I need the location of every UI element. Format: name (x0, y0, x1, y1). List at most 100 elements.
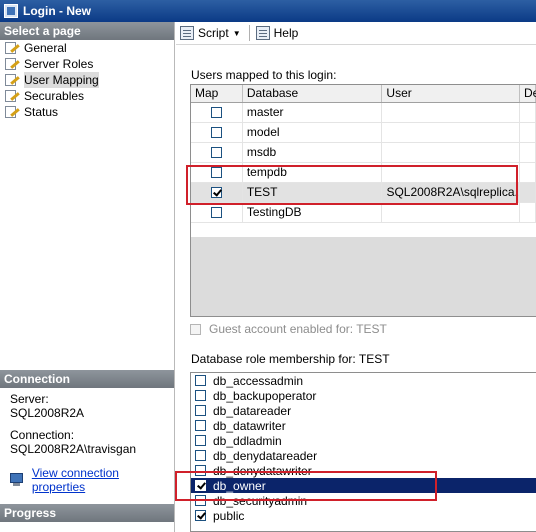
role-membership-list[interactable]: db_accessadmin db_backupoperator db_data… (190, 372, 536, 532)
nav-item-user-mapping[interactable]: User Mapping (0, 72, 174, 88)
default-schema-cell (520, 163, 536, 182)
main-panel: Script ▼ Help Users mapped to this login… (176, 22, 536, 532)
chevron-down-icon[interactable]: ▼ (233, 29, 241, 38)
database-cell: model (243, 123, 383, 142)
table-row-selected[interactable]: TEST SQL2008R2A\sqlreplica... (191, 183, 536, 203)
page-wrench-icon (4, 73, 20, 87)
list-item[interactable]: db_denydatareader (191, 448, 536, 463)
list-item[interactable]: db_backupoperator (191, 388, 536, 403)
role-checkbox[interactable] (195, 375, 206, 386)
role-name: db_datawriter (213, 418, 286, 433)
user-cell (382, 103, 521, 122)
list-item[interactable]: public (191, 508, 536, 523)
role-name: db_ddladmin (213, 433, 282, 448)
role-name: db_owner (213, 478, 266, 493)
script-icon (180, 26, 194, 40)
default-schema-cell (520, 203, 536, 222)
role-name: db_datareader (213, 403, 292, 418)
column-header-user[interactable]: User (382, 85, 520, 102)
users-mapped-label: Users mapped to this login: (191, 68, 337, 82)
list-item[interactable]: db_denydatawriter (191, 463, 536, 478)
role-checkbox[interactable] (195, 390, 206, 401)
nav-item-label: Server Roles (24, 57, 94, 71)
nav-item-label: User Mapping (24, 72, 99, 88)
grid-header: Map Database User De (191, 85, 536, 103)
table-row[interactable]: msdb (191, 143, 536, 163)
role-membership-label: Database role membership for: TEST (191, 352, 390, 366)
toolbar: Script ▼ Help (176, 22, 536, 45)
default-schema-cell (520, 103, 536, 122)
nav-item-server-roles[interactable]: Server Roles (0, 56, 174, 72)
default-schema-cell (520, 183, 536, 202)
user-cell (382, 203, 521, 222)
connection-info: Server: SQL2008R2A Connection: SQL2008R2… (0, 388, 174, 456)
database-cell: TEST (243, 183, 383, 202)
role-checkbox[interactable] (195, 495, 206, 506)
role-checkbox[interactable] (195, 405, 206, 416)
database-cell: master (243, 103, 383, 122)
nav-item-label: General (24, 41, 67, 55)
list-item[interactable]: db_datareader (191, 403, 536, 418)
list-item[interactable]: db_datawriter (191, 418, 536, 433)
role-checkbox[interactable] (195, 435, 206, 446)
column-header-map[interactable]: Map (191, 85, 243, 102)
title-bar: Login - New (0, 0, 536, 22)
role-checkbox[interactable] (195, 420, 206, 431)
nav-item-label: Securables (24, 89, 85, 103)
list-item[interactable]: db_securityadmin (191, 493, 536, 508)
user-cell (382, 143, 521, 162)
map-checkbox[interactable] (210, 147, 222, 158)
map-checkbox[interactable] (210, 207, 222, 218)
nav-item-label: Status (24, 105, 59, 119)
server-label: Server: (10, 392, 49, 406)
table-row[interactable]: tempdb (191, 163, 536, 183)
list-item[interactable]: db_ddladmin (191, 433, 536, 448)
script-button[interactable]: Script ▼ (180, 26, 241, 40)
connection-value: SQL2008R2A\travisgan (10, 442, 137, 456)
toolbar-separator (248, 25, 250, 41)
page-list: General Server Roles User Mapping Secura… (0, 40, 174, 120)
database-cell: msdb (243, 143, 383, 162)
page-wrench-icon (4, 105, 20, 119)
map-checkbox[interactable] (210, 127, 222, 138)
view-connection-properties-link[interactable]: View connection properties (32, 466, 174, 494)
guest-account-label: Guest account enabled for: TEST (209, 322, 387, 336)
help-button[interactable]: Help (255, 26, 299, 40)
script-label: Script (198, 26, 229, 40)
role-checkbox[interactable] (195, 465, 206, 476)
role-name: db_backupoperator (213, 388, 317, 403)
connection-section: Connection Server: SQL2008R2A Connection… (0, 370, 174, 494)
list-item[interactable]: db_accessadmin (191, 373, 536, 388)
database-cell: tempdb (243, 163, 383, 182)
connection-label: Connection: (10, 428, 75, 442)
role-name: db_accessadmin (213, 373, 304, 388)
map-checkbox[interactable] (210, 167, 222, 178)
select-page-header: Select a page (0, 22, 174, 40)
list-item-selected[interactable]: db_owner (191, 478, 536, 493)
role-checkbox[interactable] (195, 450, 206, 461)
table-row[interactable]: master (191, 103, 536, 123)
map-checkbox[interactable] (210, 187, 222, 198)
map-checkbox[interactable] (210, 107, 222, 118)
progress-section: Progress (0, 504, 174, 522)
page-wrench-icon (4, 57, 20, 71)
column-header-default-schema[interactable]: De (520, 85, 536, 102)
grid-empty-area (191, 237, 536, 316)
role-name: db_denydatareader (213, 448, 318, 463)
view-connection-properties[interactable]: View connection properties (0, 456, 174, 494)
nav-item-securables[interactable]: Securables (0, 88, 174, 104)
role-checkbox[interactable] (195, 510, 206, 521)
user-mapping-grid[interactable]: Map Database User De master model msdb t… (190, 84, 536, 317)
help-label: Help (273, 26, 299, 40)
user-cell: SQL2008R2A\sqlreplica... (382, 183, 521, 202)
table-row[interactable]: TestingDB (191, 203, 536, 223)
role-checkbox[interactable] (195, 480, 206, 491)
progress-header: Progress (0, 504, 174, 522)
table-row[interactable]: model (191, 123, 536, 143)
nav-item-general[interactable]: General (0, 40, 174, 56)
guest-account-option: Guest account enabled for: TEST (190, 322, 387, 336)
column-header-database[interactable]: Database (243, 85, 383, 102)
role-name: db_denydatawriter (213, 463, 312, 478)
left-panel: Select a page General Server Roles User … (0, 22, 175, 532)
nav-item-status[interactable]: Status (0, 104, 174, 120)
